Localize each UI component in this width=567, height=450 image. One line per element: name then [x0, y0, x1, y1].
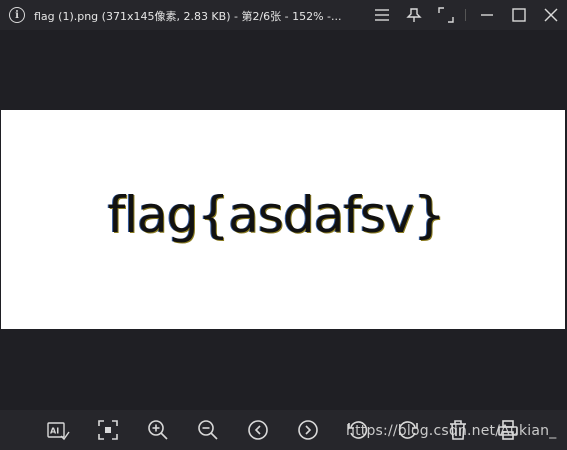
- displayed-image: flag{asdafsv}: [1, 110, 565, 329]
- minimize-icon[interactable]: [477, 5, 497, 25]
- image-text: flag{asdafsv}: [107, 186, 446, 244]
- svg-text:AI: AI: [50, 427, 59, 436]
- zoom-out-icon[interactable]: [196, 418, 220, 442]
- close-icon[interactable]: [541, 5, 561, 25]
- maximize-icon[interactable]: [509, 5, 529, 25]
- ai-icon[interactable]: AI: [46, 418, 70, 442]
- zoom-in-icon[interactable]: [146, 418, 170, 442]
- pin-icon[interactable]: [404, 5, 424, 25]
- previous-icon[interactable]: [246, 418, 270, 442]
- next-icon[interactable]: [296, 418, 320, 442]
- menu-icon[interactable]: [372, 5, 392, 25]
- info-icon[interactable]: i: [9, 7, 25, 23]
- title-separator: [465, 9, 466, 21]
- fit-screen-icon[interactable]: [96, 418, 120, 442]
- watermark-text: https://blog.csdn.net/Aukian_: [346, 423, 557, 439]
- window-title: flag (1).png (371x145像素, 2.83 KB) - 第2/6…: [34, 10, 342, 23]
- title-bar: i flag (1).png (371x145像素, 2.83 KB) - 第2…: [0, 0, 567, 30]
- fullscreen-icon[interactable]: [436, 5, 456, 25]
